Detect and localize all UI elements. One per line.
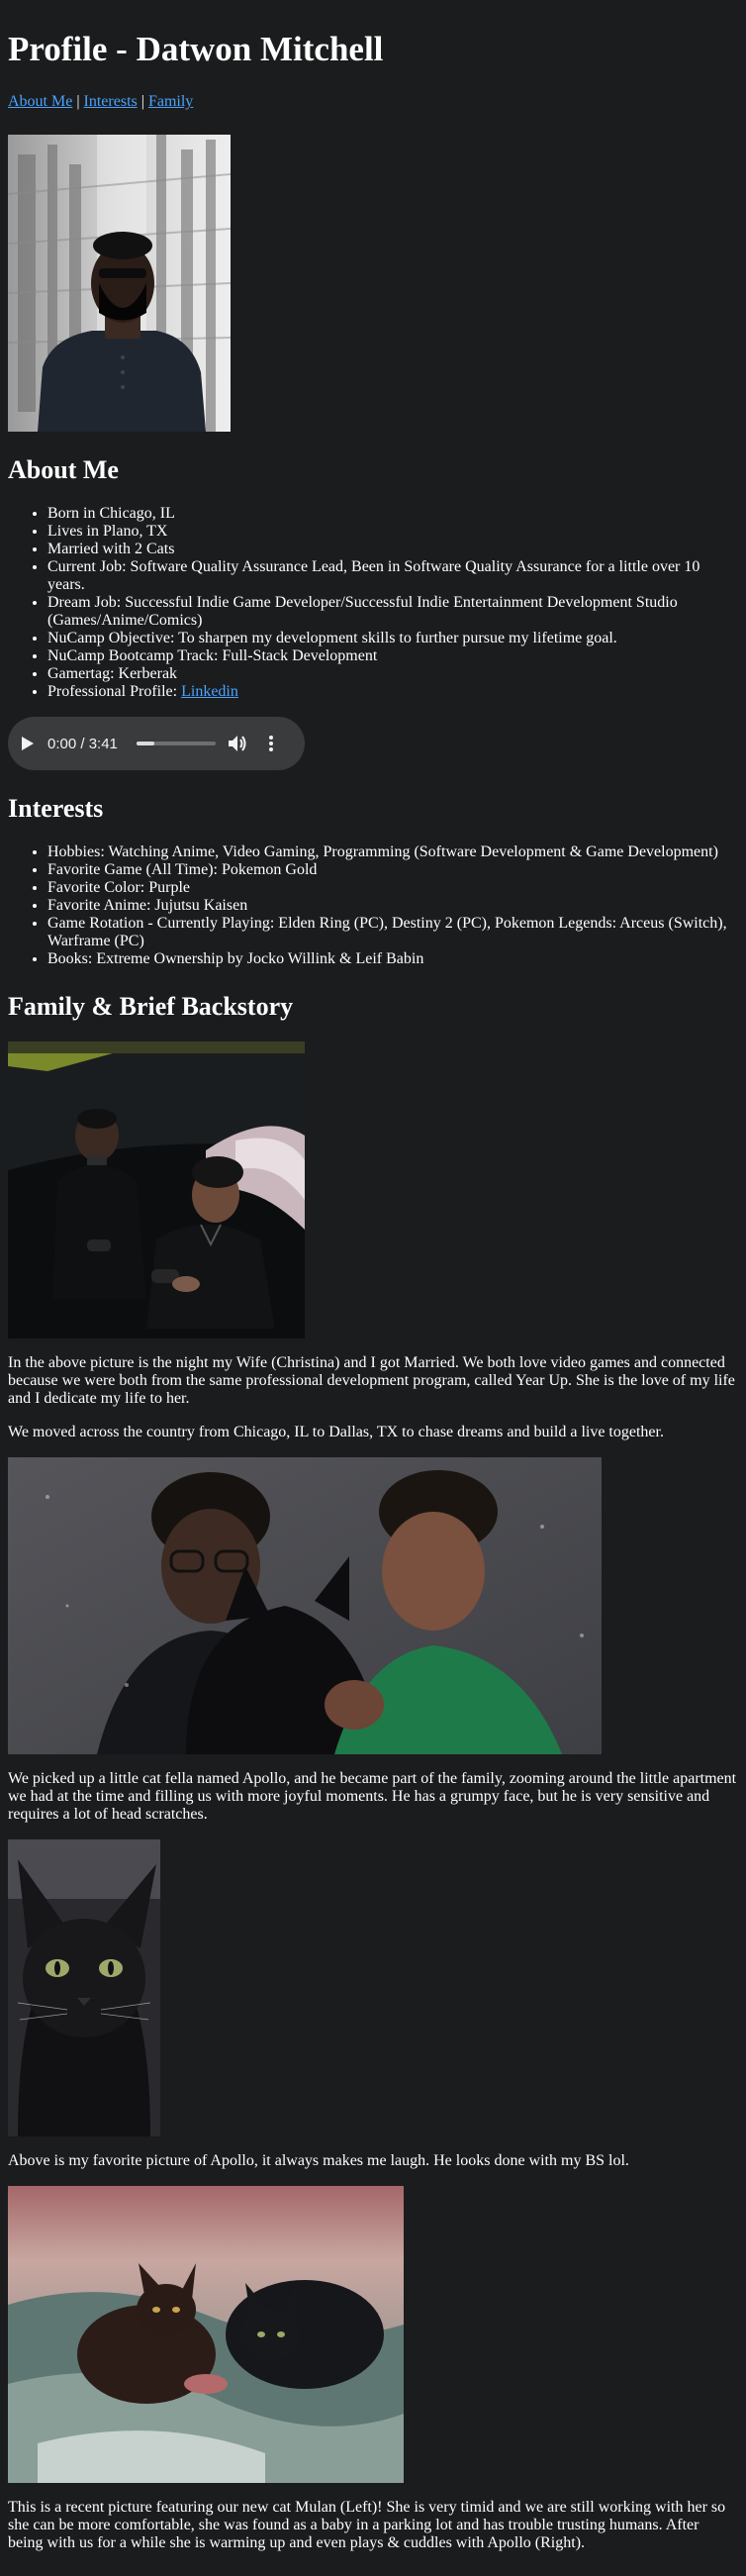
list-item: Born in Chicago, IL — [47, 505, 738, 523]
profile-label: Professional Profile: — [47, 683, 178, 700]
profile-photo — [8, 135, 231, 432]
wedding-photo — [8, 1041, 305, 1338]
nav-separator: | — [140, 93, 144, 110]
family-paragraph-1: In the above picture is the night my Wif… — [8, 1354, 735, 1407]
wedding-photo-image — [8, 1041, 305, 1338]
play-icon[interactable] — [18, 734, 38, 753]
list-item: Lives in Plano, TX — [47, 523, 738, 541]
list-item: NuCamp Bootcamp Track: Full-Stack Develo… — [47, 647, 738, 665]
audio-progress-bar[interactable] — [137, 742, 216, 745]
page-title: Profile - Datwon Mitchell — [8, 30, 384, 68]
linkedin-link[interactable]: Linkedin — [181, 683, 238, 700]
audio-player[interactable]: 0:00 / 3:41 — [8, 717, 305, 770]
list-item: Favorite Color: Purple — [47, 879, 738, 897]
list-item: Current Job: Software Quality Assurance … — [47, 558, 738, 594]
audio-progress-fill — [137, 742, 154, 745]
list-item: Favorite Game (All Time): Pokemon Gold — [47, 861, 738, 879]
family-paragraph-3: We picked up a little cat fella named Ap… — [8, 1770, 737, 1823]
about-list: Born in Chicago, IL Lives in Plano, TX M… — [8, 505, 738, 701]
nav-link-about[interactable]: About Me — [8, 93, 72, 110]
list-item: Favorite Anime: Jujutsu Kaisen — [47, 897, 738, 915]
family-paragraph-4: Above is my favorite picture of Apollo, … — [8, 2152, 629, 2169]
list-item: NuCamp Objective: To sharpen my developm… — [47, 630, 738, 647]
profile-photo-image — [8, 135, 231, 432]
family-paragraph-5: This is a recent picture featuring our n… — [8, 2499, 726, 2551]
list-item: Professional Profile: Linkedin — [47, 683, 738, 701]
couple-cat-photo — [8, 1457, 602, 1754]
mulan-apollo-photo-image — [8, 2186, 404, 2483]
nav-links: About Me | Interests | Family — [8, 93, 738, 111]
nav-link-family[interactable]: Family — [148, 93, 193, 110]
apollo-photo-image — [8, 1839, 160, 2136]
apollo-photo — [8, 1839, 160, 2136]
list-item: Gamertag: Kerberak — [47, 665, 738, 683]
page: Profile - Datwon Mitchell About Me | Int… — [0, 0, 746, 2576]
list-item: Married with 2 Cats — [47, 541, 738, 558]
audio-time: 0:00 / 3:41 — [47, 735, 118, 752]
interests-list: Hobbies: Watching Anime, Video Gaming, P… — [8, 843, 738, 968]
list-item: Hobbies: Watching Anime, Video Gaming, P… — [47, 843, 738, 861]
list-item: Books: Extreme Ownership by Jocko Willin… — [47, 950, 738, 968]
family-heading: Family & Brief Backstory — [8, 992, 294, 1021]
family-paragraph-2: We moved across the country from Chicago… — [8, 1424, 664, 1440]
more-vert-icon[interactable] — [259, 732, 283, 755]
about-heading: About Me — [8, 455, 119, 484]
mulan-apollo-photo — [8, 2186, 404, 2483]
list-item: Game Rotation - Currently Playing: Elden… — [47, 915, 738, 950]
nav-separator: | — [76, 93, 80, 110]
interests-heading: Interests — [8, 794, 104, 823]
list-item: Dream Job: Successful Indie Game Develop… — [47, 594, 738, 630]
nav-link-interests[interactable]: Interests — [84, 93, 138, 110]
volume-icon[interactable] — [226, 732, 249, 755]
couple-cat-photo-image — [8, 1457, 602, 1754]
